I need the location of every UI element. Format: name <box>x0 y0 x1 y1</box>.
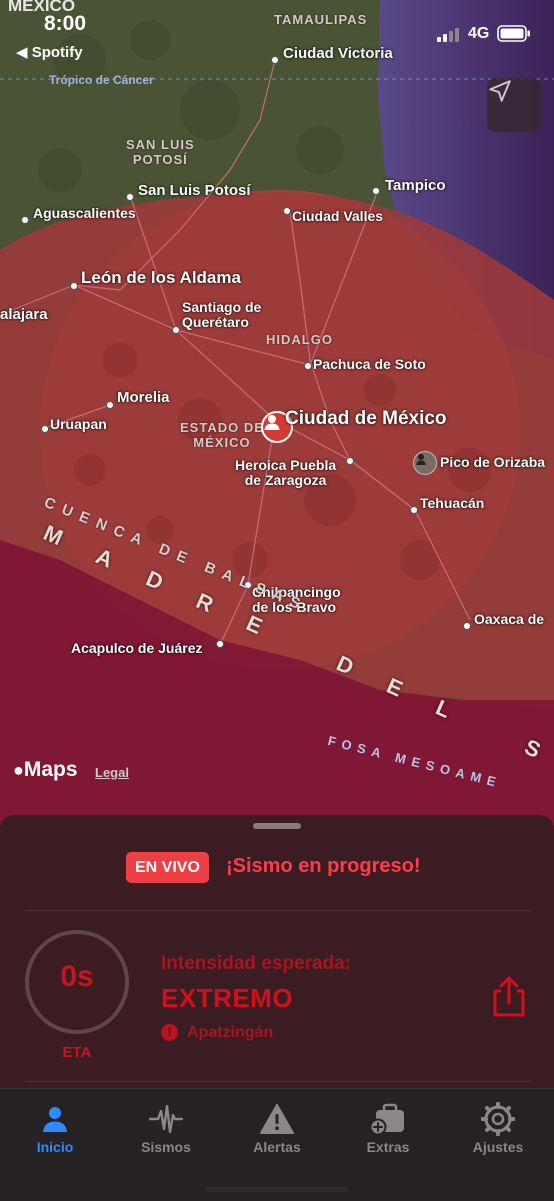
city-dot <box>463 622 471 630</box>
city-oaxaca[interactable]: Oaxaca de <box>474 612 544 627</box>
exclamation-icon: ! <box>161 1024 178 1041</box>
warning-icon <box>260 1104 294 1134</box>
city-dot <box>106 401 114 409</box>
home-indicator <box>205 1187 349 1192</box>
city-ciudad-valles[interactable]: Ciudad Valles <box>292 209 383 224</box>
city-dot <box>70 282 78 290</box>
person-icon <box>264 415 280 430</box>
live-badge: EN VIVO <box>126 852 209 883</box>
tab-label: Extras <box>366 1139 410 1155</box>
city-leon[interactable]: León de los Aldama <box>81 269 241 287</box>
back-to-app-link[interactable]: ◀ Spotify <box>16 43 83 61</box>
alert-headline: ¡Sismo en progreso! <box>226 855 421 877</box>
tab-alertas[interactable]: Alertas <box>222 1089 332 1169</box>
tab-label: Inicio <box>36 1139 74 1155</box>
city-dot <box>41 425 49 433</box>
city-ciudad-victoria[interactable]: Ciudad Victoria <box>283 46 393 62</box>
city-queretaro[interactable]: Santiago de Querétaro <box>182 300 261 330</box>
city-dot <box>346 457 354 465</box>
tab-ajustes[interactable]: Ajustes <box>443 1089 553 1169</box>
tab-sismos[interactable]: Sismos <box>111 1089 221 1169</box>
city-pachuca[interactable]: Pachuca de Soto <box>313 357 426 372</box>
tab-label: Ajustes <box>472 1139 524 1155</box>
tab-extras[interactable]: Extras <box>333 1089 443 1169</box>
person-icon <box>43 1107 67 1132</box>
apple-logo-icon: ● <box>13 760 24 780</box>
region-tamaulipas: TAMAULIPAS <box>274 12 368 27</box>
city-uruapan[interactable]: Uruapan <box>50 417 107 432</box>
briefcase-plus-icon <box>370 1103 404 1135</box>
tab-label: Alertas <box>253 1139 301 1155</box>
city-dot <box>410 506 418 514</box>
city-acapulco[interactable]: Acapulco de Juárez <box>71 641 203 656</box>
network-type: 4G <box>468 25 490 42</box>
city-dot <box>172 326 180 334</box>
share-icon <box>493 976 525 1017</box>
city-dot <box>271 56 279 64</box>
seismograph-icon <box>149 1104 183 1134</box>
eta-label: ETA <box>62 1044 92 1061</box>
city-tehuacan[interactable]: Tehuacán <box>420 496 484 511</box>
region-hidalgo: HIDALGO <box>266 332 333 347</box>
maps-logo-text: Maps <box>23 758 78 781</box>
city-dot <box>283 207 291 215</box>
city-dot <box>126 193 134 201</box>
city-puebla[interactable]: Heroica Puebla de Zaragoza <box>235 458 336 488</box>
intensity-label: Intensidad esperada: <box>161 953 352 974</box>
map-view[interactable]: MEXICO 8:00 ◀ Spotify 4G TAMAULIPAS SAN … <box>0 0 554 830</box>
city-san-luis-potosi[interactable]: San Luis Potosí <box>138 183 251 199</box>
city-aguascalientes[interactable]: Aguascalientes <box>33 206 136 221</box>
city-morelia[interactable]: Morelia <box>117 390 170 406</box>
city-tampico[interactable]: Tampico <box>385 178 446 194</box>
share-button[interactable] <box>489 975 529 1019</box>
city-dot <box>216 640 224 648</box>
apple-maps-logo: ●Maps <box>13 758 78 782</box>
legal-link[interactable]: Legal <box>95 765 129 780</box>
divider <box>25 910 531 911</box>
epicenter-location: Apatzingán <box>187 1024 274 1041</box>
gear-icon <box>481 1102 515 1136</box>
region-estado-mexico: ESTADO DE MÉXICO <box>180 420 264 450</box>
divider <box>25 1081 531 1082</box>
city-guadalajara[interactable]: alajara <box>0 307 48 323</box>
volcano-poi-icon[interactable] <box>413 451 437 475</box>
city-dot <box>304 362 312 370</box>
tab-label: Sismos <box>141 1139 191 1155</box>
status-time: 8:00 <box>44 12 87 35</box>
locate-button[interactable] <box>487 78 541 132</box>
poi-pico-orizaba[interactable]: Pico de Orizaba <box>440 455 545 470</box>
city-dot <box>21 216 29 224</box>
city-cdmx[interactable]: Ciudad de México <box>285 409 447 429</box>
region-san-luis-potosi: SAN LUIS POTOSÍ <box>126 137 195 167</box>
tab-inicio[interactable]: Inicio <box>0 1089 110 1169</box>
eta-value: 0s <box>60 960 94 993</box>
location-arrow-icon <box>489 80 511 102</box>
tab-bar: Inicio Sismos Alertas Extras Ajustes <box>0 1088 554 1201</box>
tropic-label: Trópico de Cáncer <box>49 73 154 87</box>
intensity-value: EXTREMO <box>161 983 294 1013</box>
alert-sheet[interactable]: EN VIVO ¡Sismo en progreso! 0s ETA Inten… <box>0 815 554 1090</box>
sheet-grabber[interactable] <box>253 823 301 829</box>
city-dot <box>372 187 380 195</box>
